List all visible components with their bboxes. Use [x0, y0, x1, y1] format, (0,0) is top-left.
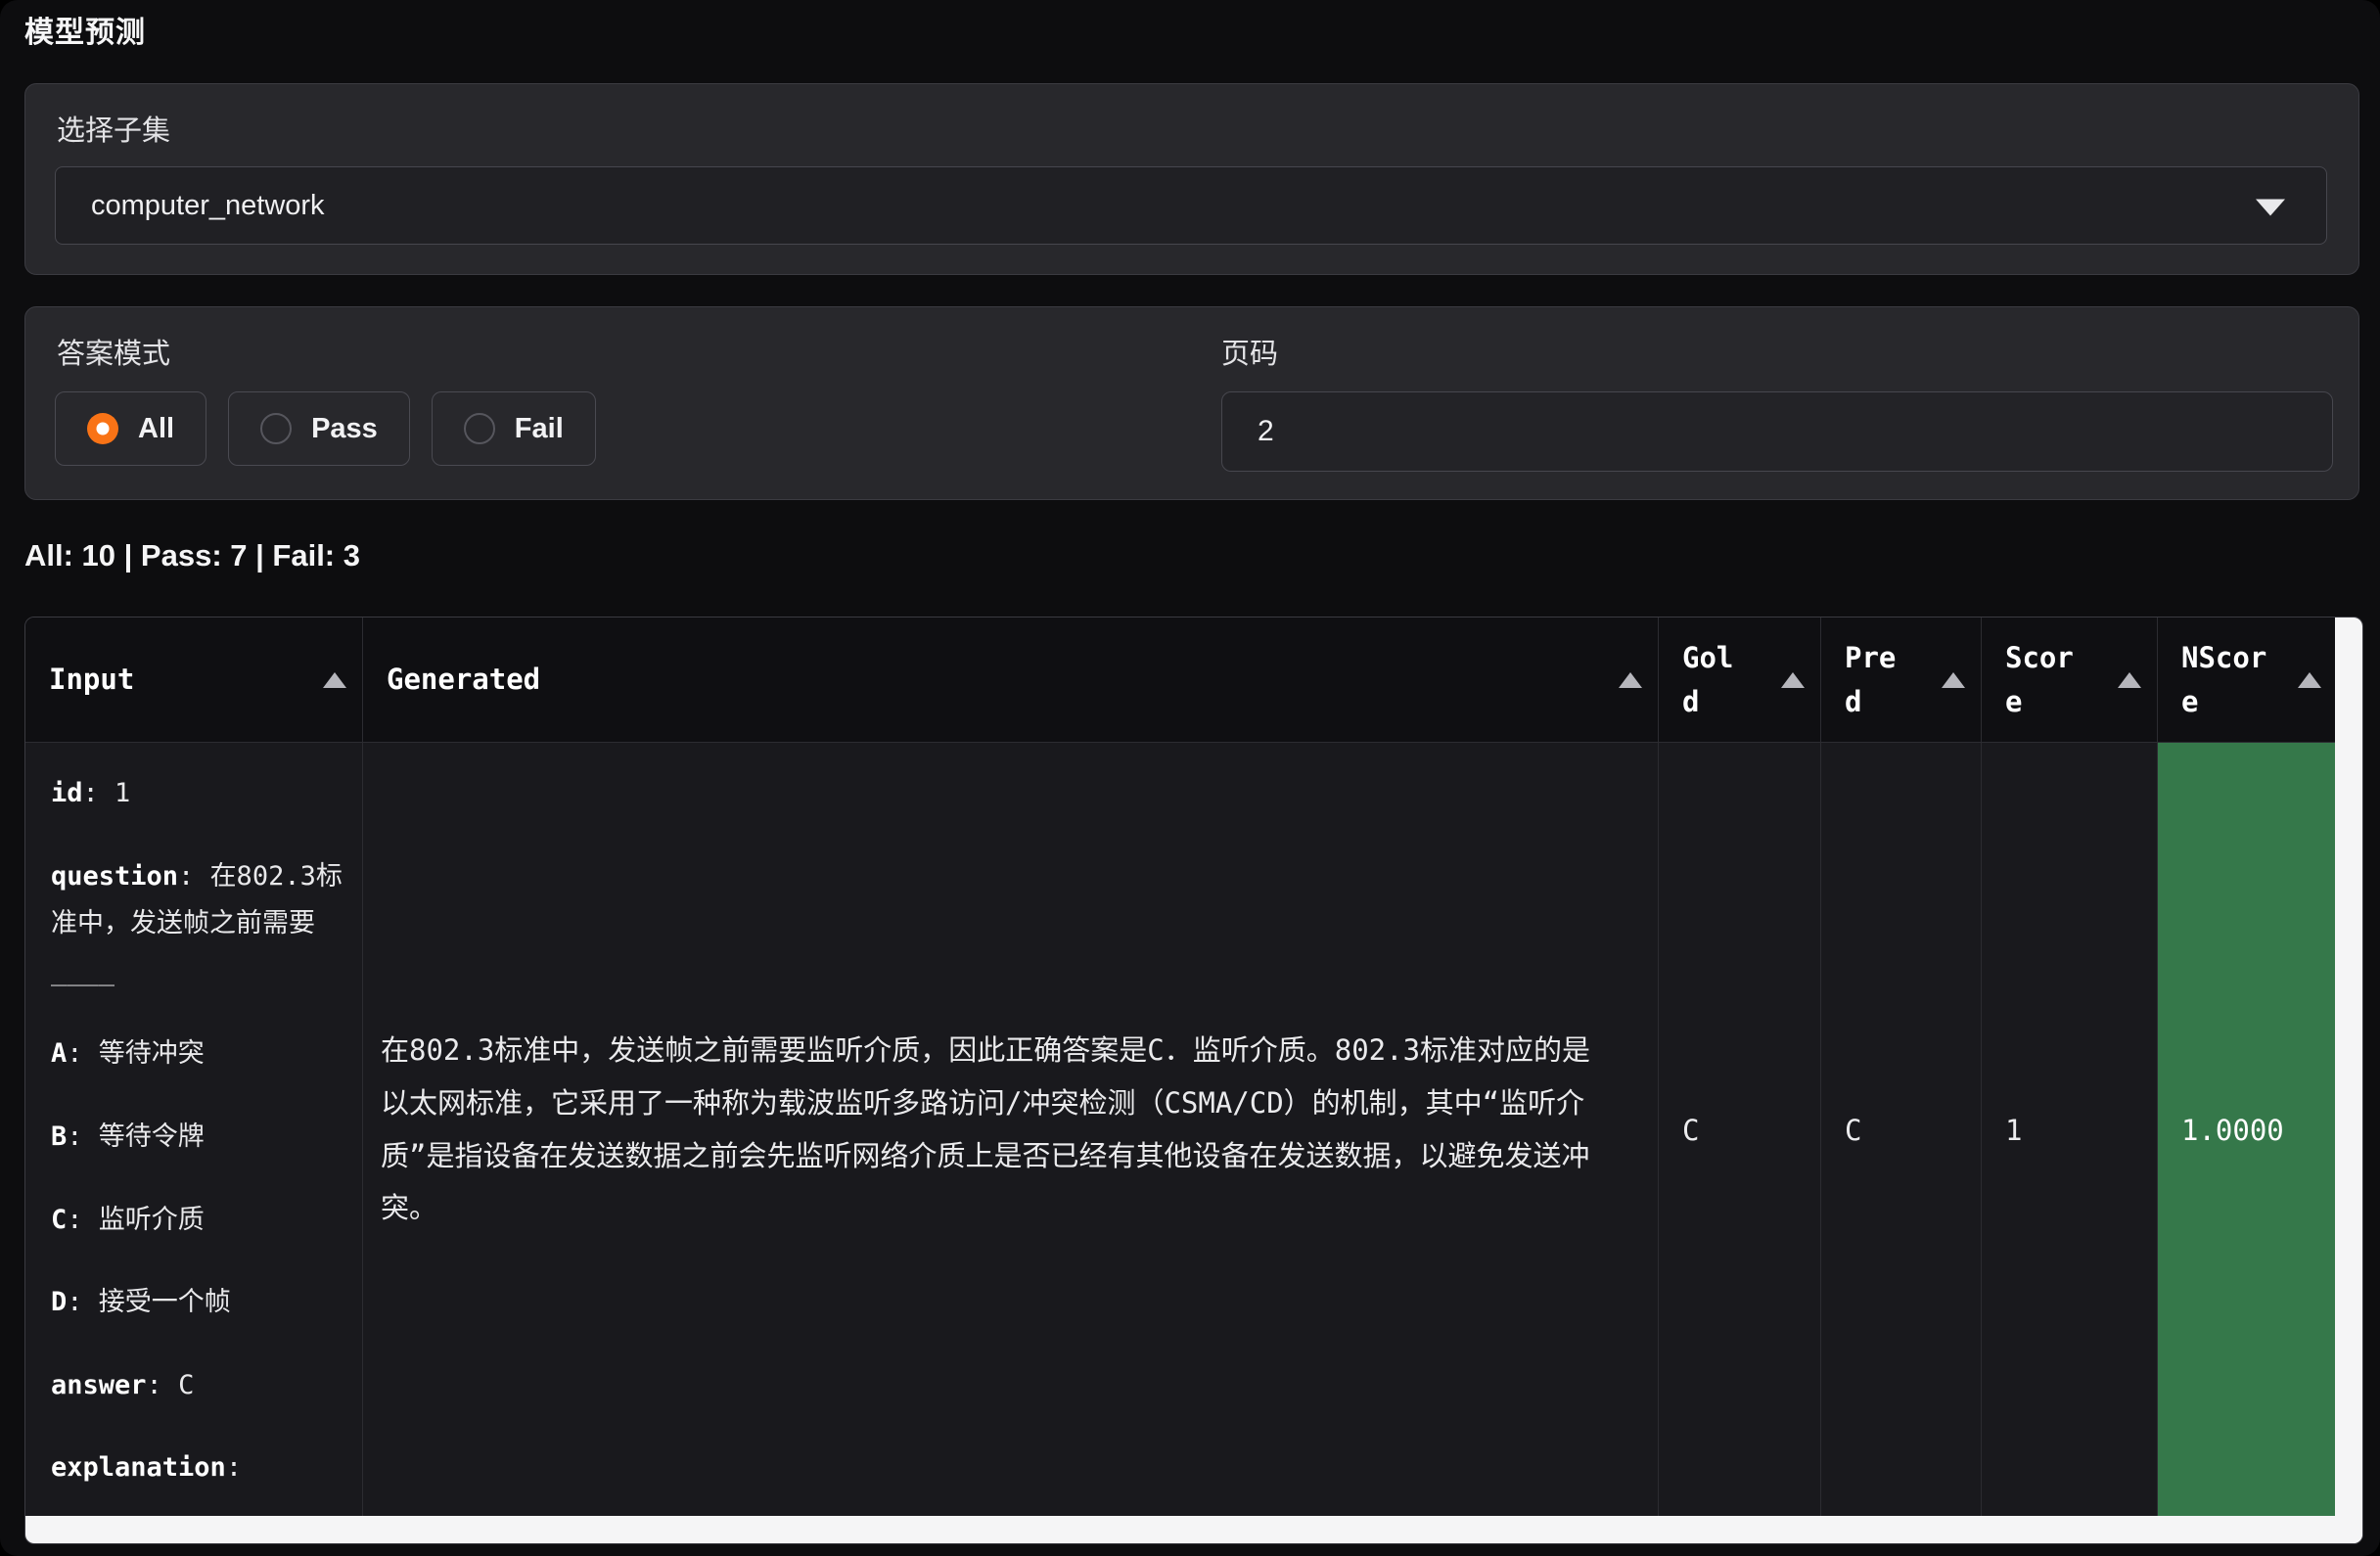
radio-option-pass[interactable]: Pass — [228, 391, 410, 466]
radio-unselected-icon — [464, 413, 495, 444]
chevron-down-icon — [2256, 200, 2285, 216]
radio-label-all: All — [138, 413, 174, 445]
radio-option-fail[interactable]: Fail — [432, 391, 596, 466]
column-header-input[interactable]: Input — [25, 618, 363, 742]
cell-input[interactable]: id: 1 question: 在802.3标准中，发送帧之前需要____ A:… — [25, 743, 363, 1544]
filter-panel: 答案模式 All Pass Fail 页码 — [24, 306, 2359, 500]
table-row: id: 1 question: 在802.3标准中，发送帧之前需要____ A:… — [25, 743, 2362, 1544]
cell-generated[interactable]: 在802.3标准中，发送帧之前需要监听介质，因此正确答案是C．监听介质。802.… — [363, 743, 1659, 1544]
radio-option-all[interactable]: All — [55, 391, 206, 466]
cell-pred[interactable]: C — [1821, 743, 1982, 1544]
sort-asc-icon — [1619, 672, 1642, 688]
radio-label-fail: Fail — [515, 413, 564, 445]
results-summary: All: 10 | Pass: 7 | Fail: 3 — [24, 538, 360, 573]
cell-nscore[interactable]: 1.0000 — [2158, 743, 2337, 1544]
sort-asc-icon — [1942, 672, 1965, 688]
subset-panel: 选择子集 computer_network — [24, 83, 2359, 275]
predictions-table: Input Generated Gold Pred Score NScore — [24, 617, 2363, 1544]
sort-asc-icon — [323, 672, 346, 688]
sort-asc-icon — [2298, 672, 2321, 688]
sort-asc-icon — [1781, 672, 1805, 688]
radio-selected-icon — [87, 413, 118, 444]
app-root: 模型预测 选择子集 computer_network 答案模式 All Pass… — [0, 0, 2380, 1556]
column-header-generated[interactable]: Generated — [363, 618, 1659, 742]
vertical-scrollbar[interactable] — [2335, 618, 2362, 1543]
answer-mode-radio-group: All Pass Fail — [55, 391, 596, 466]
column-header-score[interactable]: Score — [1982, 618, 2158, 742]
sort-asc-icon — [2118, 672, 2141, 688]
subset-dropdown[interactable]: computer_network — [55, 166, 2327, 245]
answer-mode-label: 答案模式 — [57, 331, 170, 372]
column-header-gold[interactable]: Gold — [1659, 618, 1821, 742]
table-header-row: Input Generated Gold Pred Score NScore — [25, 618, 2362, 743]
page-number-label: 页码 — [1221, 331, 1278, 372]
page-title: 模型预测 — [24, 8, 146, 51]
column-header-pred[interactable]: Pred — [1821, 618, 1982, 742]
cell-gold[interactable]: C — [1659, 743, 1821, 1544]
cell-score[interactable]: 1 — [1982, 743, 2158, 1544]
horizontal-scrollbar[interactable] — [25, 1516, 2362, 1543]
radio-unselected-icon — [260, 413, 292, 444]
subset-label: 选择子集 — [57, 108, 170, 149]
subset-dropdown-value: computer_network — [91, 190, 325, 222]
page-number-input[interactable] — [1221, 391, 2333, 472]
column-header-nscore[interactable]: NScore — [2158, 618, 2337, 742]
radio-label-pass: Pass — [311, 413, 378, 445]
